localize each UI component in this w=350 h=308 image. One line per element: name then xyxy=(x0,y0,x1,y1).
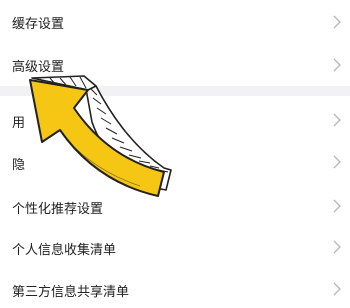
chevron-right-icon xyxy=(333,199,341,213)
chevron-right-icon xyxy=(333,15,341,29)
settings-item-label: 个人信息收集清单 xyxy=(12,243,117,258)
chevron-right-icon xyxy=(333,240,341,254)
settings-item-label: 高级设置 xyxy=(12,60,65,75)
settings-item-label: 个性化推荐设置 xyxy=(12,202,104,217)
section-divider xyxy=(0,86,350,96)
settings-screen: 缓存设置 高级设置 用 隐 个性化推荐设置 个人信息收集清单 第三方信息共享清单 xyxy=(0,0,350,308)
settings-item-label: 第三方信息共享清单 xyxy=(12,285,130,300)
settings-item-third-party-sharing-list[interactable]: 第三方信息共享清单 xyxy=(0,268,350,308)
chevron-right-icon xyxy=(333,58,341,72)
settings-item-personalized-recommendation[interactable]: 个性化推荐设置 xyxy=(0,184,350,228)
settings-item-label: 缓存设置 xyxy=(12,17,65,32)
chevron-right-icon xyxy=(333,113,341,127)
settings-item-label: 隐 xyxy=(12,158,26,173)
settings-item-label: 用 xyxy=(12,116,26,131)
chevron-right-icon xyxy=(333,155,341,169)
settings-item-personal-info-list[interactable]: 个人信息收集清单 xyxy=(0,228,350,268)
settings-item-advanced[interactable]: 高级设置 xyxy=(0,44,350,86)
settings-item-cache[interactable]: 缓存设置 xyxy=(0,0,350,44)
chevron-right-icon xyxy=(333,282,341,296)
settings-item-3[interactable]: 用 xyxy=(0,96,350,142)
settings-item-4[interactable]: 隐 xyxy=(0,142,350,184)
